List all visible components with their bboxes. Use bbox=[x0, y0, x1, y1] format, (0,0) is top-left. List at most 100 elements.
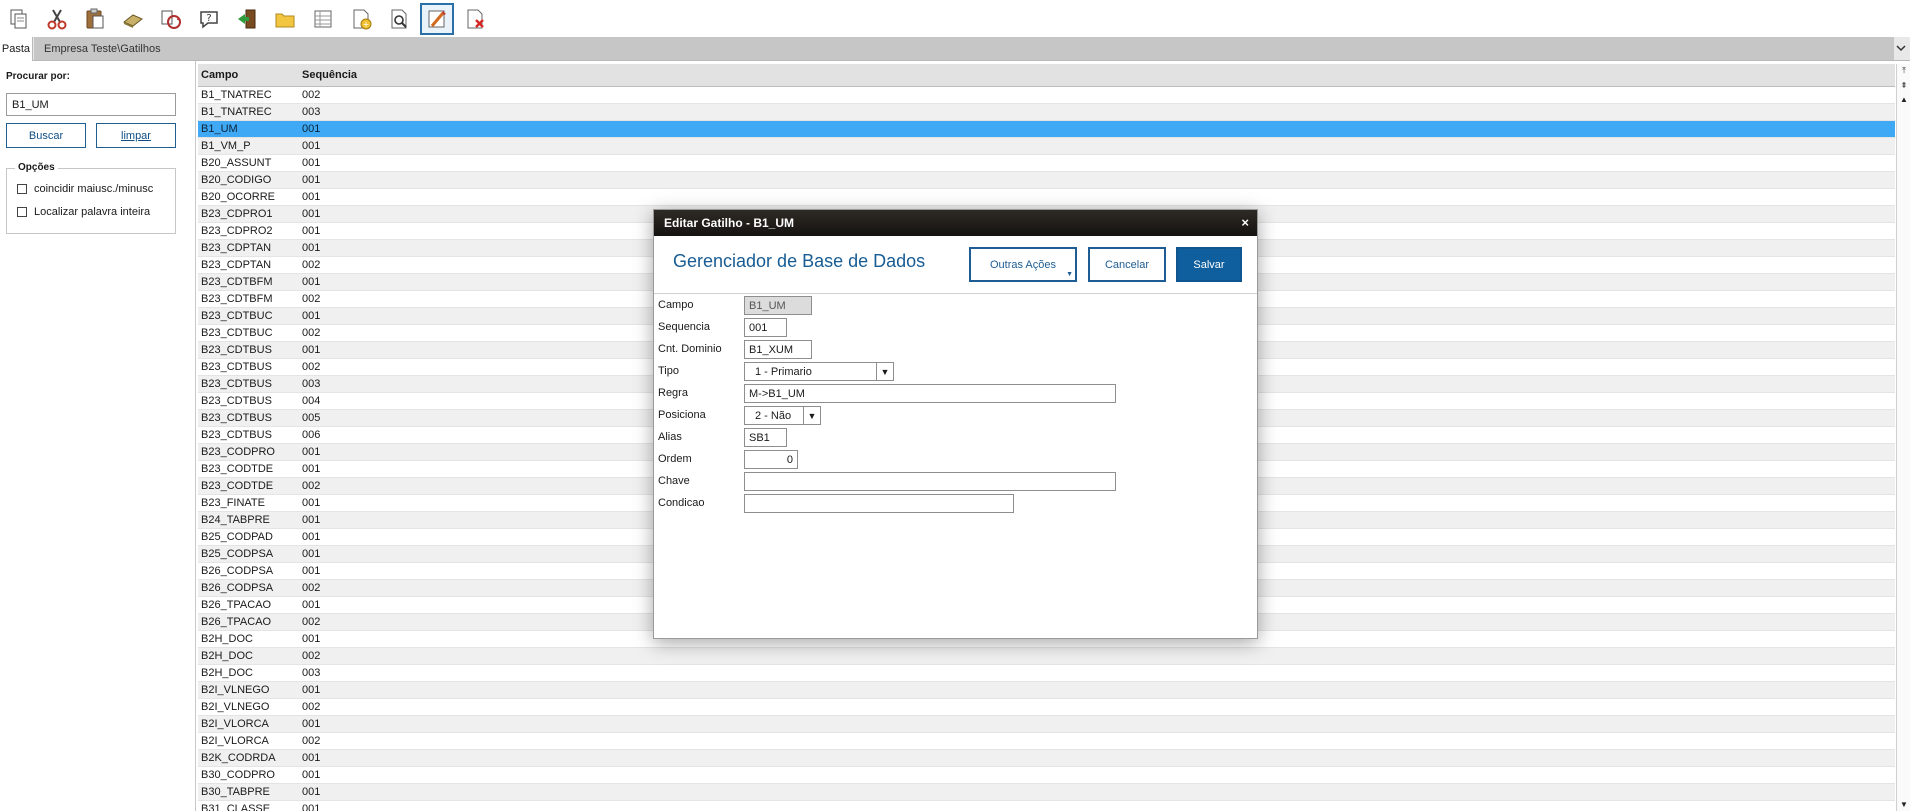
cell-sequencia: 002 bbox=[302, 293, 321, 305]
tab-strip: Pasta Empresa Teste\Gatilhos bbox=[0, 37, 1910, 61]
table-row[interactable]: B2I_VLORCA 002 bbox=[198, 733, 1895, 750]
cell-sequencia: 001 bbox=[302, 633, 321, 645]
cell-sequencia: 002 bbox=[302, 701, 321, 713]
scroll-down-icon[interactable]: ▼ bbox=[1897, 797, 1910, 811]
buscar-button[interactable]: Buscar bbox=[6, 123, 86, 148]
add-page-icon[interactable]: + bbox=[344, 3, 378, 35]
help-icon[interactable]: ? bbox=[192, 3, 226, 35]
column-header-campo[interactable]: Campo bbox=[198, 69, 299, 81]
column-header-sequencia[interactable]: Sequência bbox=[299, 69, 357, 81]
exit-icon[interactable] bbox=[230, 3, 264, 35]
chevron-down-icon[interactable] bbox=[1894, 41, 1908, 55]
chave-label: Chave bbox=[658, 475, 690, 487]
paste-icon[interactable] bbox=[78, 3, 112, 35]
eraser-icon[interactable] bbox=[116, 3, 150, 35]
table-row[interactable]: B2I_VLNEGO 002 bbox=[198, 699, 1895, 716]
table-row[interactable]: B30_CODPRO 001 bbox=[198, 767, 1895, 784]
table-row[interactable]: B2H_DOC 003 bbox=[198, 665, 1895, 682]
cell-campo: B23_CDTBUS bbox=[201, 395, 272, 407]
cell-sequencia: 005 bbox=[302, 412, 321, 424]
scroll-up-icon[interactable]: ▲ bbox=[1897, 92, 1910, 106]
cell-campo: B23_CDPRO2 bbox=[201, 225, 273, 237]
table-row[interactable]: B2I_VLORCA 001 bbox=[198, 716, 1895, 733]
chave-field[interactable] bbox=[744, 472, 1116, 491]
table-row[interactable]: B20_CODIGO 001 bbox=[198, 172, 1895, 189]
sync-icon[interactable] bbox=[154, 3, 188, 35]
folder-icon[interactable] bbox=[268, 3, 302, 35]
cell-campo: B20_CODIGO bbox=[201, 174, 272, 186]
table-row[interactable]: B1_TNATREC 003 bbox=[198, 104, 1895, 121]
dialog-header: Gerenciador de Base de Dados Outras Açõe… bbox=[654, 236, 1257, 294]
search-input[interactable]: B1_UM bbox=[6, 93, 176, 116]
cell-campo: B23_CDTBUS bbox=[201, 344, 272, 356]
copy-icon[interactable] bbox=[2, 3, 36, 35]
cell-sequencia: 001 bbox=[302, 786, 321, 798]
table-row[interactable]: B31_CLASSE 001 bbox=[198, 801, 1895, 811]
cell-campo: B23_CDTBUS bbox=[201, 378, 272, 390]
table-icon[interactable] bbox=[306, 3, 340, 35]
cell-campo: B2I_VLNEGO bbox=[201, 684, 270, 696]
match-case-label: coincidir maiusc./minusc bbox=[34, 183, 154, 195]
table-row[interactable]: B1_UM 001 bbox=[198, 121, 1895, 138]
cell-campo: B24_TABPRE bbox=[201, 514, 270, 526]
save-button[interactable]: Salvar bbox=[1176, 247, 1242, 282]
preview-icon[interactable] bbox=[382, 3, 416, 35]
cell-campo: B2H_DOC bbox=[201, 667, 253, 679]
regra-field[interactable]: M->B1_UM bbox=[744, 384, 1116, 403]
cut-icon[interactable] bbox=[40, 3, 74, 35]
cell-campo: B23_CDTBUC bbox=[201, 310, 273, 322]
cell-sequencia: 001 bbox=[302, 531, 321, 543]
table-row[interactable]: B20_OCORRE 001 bbox=[198, 189, 1895, 206]
cell-sequencia: 001 bbox=[302, 276, 321, 288]
table-header: Campo Sequência bbox=[198, 64, 1895, 87]
condicao-label: Condicao bbox=[658, 497, 705, 509]
sequencia-field[interactable]: 001 bbox=[744, 318, 787, 337]
cell-campo: B26_CODPSA bbox=[201, 582, 274, 594]
delete-icon[interactable] bbox=[458, 3, 492, 35]
dialog-title-bar: Editar Gatilho - B1_UM × bbox=[654, 210, 1257, 236]
cell-sequencia: 001 bbox=[302, 208, 321, 220]
table-row[interactable]: B30_TABPRE 001 bbox=[198, 784, 1895, 801]
regra-label: Regra bbox=[658, 387, 688, 399]
table-row[interactable]: B20_ASSUNT 001 bbox=[198, 155, 1895, 172]
alias-field[interactable]: SB1 bbox=[744, 428, 787, 447]
cancel-button[interactable]: Cancelar bbox=[1088, 247, 1166, 282]
whole-word-option[interactable]: Localizar palavra inteira bbox=[17, 206, 150, 218]
table-row[interactable]: B1_VM_P 001 bbox=[198, 138, 1895, 155]
whole-word-checkbox[interactable] bbox=[17, 207, 27, 217]
condicao-field[interactable] bbox=[744, 494, 1014, 513]
first-record-icon[interactable]: ⤒ bbox=[1897, 64, 1910, 78]
outras-acoes-button[interactable]: Outras Ações ▼ bbox=[969, 247, 1077, 282]
cell-campo: B1_VM_P bbox=[201, 140, 251, 152]
cell-campo: B20_OCORRE bbox=[201, 191, 275, 203]
table-row[interactable]: B1_TNATREC 002 bbox=[198, 87, 1895, 104]
match-case-option[interactable]: coincidir maiusc./minusc bbox=[17, 183, 153, 195]
table-row[interactable]: B2H_DOC 002 bbox=[198, 648, 1895, 665]
chevron-down-icon[interactable]: ▼ bbox=[803, 407, 820, 424]
cell-sequencia: 002 bbox=[302, 616, 321, 628]
table-row[interactable]: B2I_VLNEGO 001 bbox=[198, 682, 1895, 699]
posiciona-select[interactable]: 2 - Não ▼ bbox=[744, 406, 821, 425]
dominio-field[interactable]: B1_XUM bbox=[744, 340, 812, 359]
svg-text:+: + bbox=[363, 20, 370, 29]
cell-campo: B23_CDTBFM bbox=[201, 276, 273, 288]
cell-campo: B23_CDPRO1 bbox=[201, 208, 273, 220]
cell-sequencia: 001 bbox=[302, 123, 321, 135]
tipo-select[interactable]: 1 - Primario ▼ bbox=[744, 362, 894, 381]
tab-pasta[interactable]: Pasta bbox=[0, 37, 33, 61]
table-row[interactable]: B2K_CODRDA 001 bbox=[198, 750, 1895, 767]
outras-acoes-label: Outras Ações bbox=[989, 258, 1057, 271]
cell-campo: B2I_VLORCA bbox=[201, 718, 269, 730]
close-icon[interactable]: × bbox=[1241, 215, 1249, 230]
page-up-icon[interactable]: ⇞ bbox=[1897, 78, 1910, 92]
cell-sequencia: 001 bbox=[302, 514, 321, 526]
chevron-down-icon[interactable]: ▼ bbox=[876, 363, 893, 380]
limpar-button[interactable]: limpar bbox=[96, 123, 176, 148]
cell-sequencia: 001 bbox=[302, 157, 321, 169]
edit-trigger-icon[interactable] bbox=[420, 2, 454, 35]
cell-campo: B23_CODTDE bbox=[201, 463, 274, 475]
match-case-checkbox[interactable] bbox=[17, 184, 27, 194]
cell-sequencia: 002 bbox=[302, 259, 321, 271]
ordem-field[interactable]: 0 bbox=[744, 450, 798, 469]
cell-sequencia: 001 bbox=[302, 769, 321, 781]
